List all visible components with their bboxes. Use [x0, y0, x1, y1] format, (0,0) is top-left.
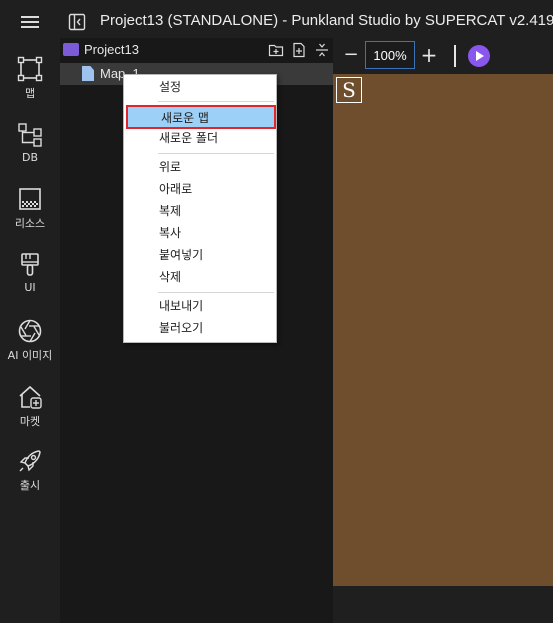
menu-item-new-map[interactable]: 새로운 맵: [126, 105, 276, 129]
map-icon: [17, 56, 43, 82]
menu-divider: [158, 153, 274, 154]
nav-label: 맵: [24, 87, 36, 100]
nav-item-map[interactable]: 맵: [0, 56, 60, 101]
menu-item-import[interactable]: 불러오기: [124, 318, 276, 339]
ai-image-icon: [18, 319, 42, 343]
canvas-toolbar: − +: [333, 38, 553, 74]
new-folder-icon[interactable]: [268, 42, 284, 58]
rocket-icon: [19, 450, 41, 472]
nav-label: AI 이미지: [7, 349, 53, 362]
project-header: Project13: [60, 38, 333, 62]
start-marker[interactable]: S: [336, 77, 362, 103]
ui-brush-icon: [21, 253, 39, 276]
menu-item-copy[interactable]: 복사: [124, 223, 276, 244]
play-icon[interactable]: [468, 45, 490, 67]
menu-item-settings[interactable]: 설정: [124, 77, 276, 98]
context-menu: 설정 새로운 맵 새로운 폴더 위로 아래로 복제 복사 붙여넣기 삭제 내보내…: [123, 74, 277, 343]
menu-item-move-up[interactable]: 위로: [124, 157, 276, 178]
hamburger-menu-icon[interactable]: [18, 14, 42, 32]
menu-item-delete[interactable]: 삭제: [124, 267, 276, 288]
nav-item-release[interactable]: 출시: [0, 448, 60, 493]
project-icon: [63, 43, 79, 56]
nav-item-resource[interactable]: 리소스: [0, 186, 60, 231]
nav-label: 마켓: [19, 415, 41, 428]
menu-item-duplicate[interactable]: 복제: [124, 201, 276, 222]
menu-divider: [158, 292, 274, 293]
zoom-input[interactable]: [365, 41, 415, 69]
new-file-icon[interactable]: [291, 42, 307, 58]
nav-label: UI: [24, 281, 36, 294]
zoom-in-button[interactable]: +: [419, 44, 439, 66]
window-title: Project13 (STANDALONE) - Punkland Studio…: [100, 12, 553, 29]
database-icon: [18, 123, 42, 147]
left-nav: 맵 DB 리소스 UI AI 이미지 마켓 출시: [0, 44, 60, 623]
nav-label: 리소스: [14, 217, 46, 230]
resource-icon: [19, 188, 41, 210]
nav-item-market[interactable]: 마켓: [0, 384, 60, 429]
toolbar-divider: [454, 45, 456, 67]
nav-label: DB: [21, 151, 39, 164]
project-name: Project13: [84, 42, 139, 57]
market-icon: [19, 385, 42, 409]
menu-item-paste[interactable]: 붙여넣기: [124, 245, 276, 266]
zoom-out-button[interactable]: −: [343, 45, 359, 65]
file-icon: [82, 66, 94, 81]
menu-item-export[interactable]: 내보내기: [124, 296, 276, 317]
collapse-all-icon[interactable]: [314, 42, 330, 58]
sidebar-toggle-icon[interactable]: [68, 13, 86, 31]
menu-divider: [158, 101, 274, 102]
nav-item-db[interactable]: DB: [0, 122, 60, 164]
nav-item-ui[interactable]: UI: [0, 252, 60, 294]
menu-item-new-folder[interactable]: 새로운 폴더: [124, 128, 276, 149]
menu-item-move-down[interactable]: 아래로: [124, 179, 276, 200]
nav-label: 출시: [19, 479, 41, 492]
nav-item-ai-image[interactable]: AI 이미지: [0, 318, 60, 363]
map-canvas[interactable]: S: [333, 74, 553, 586]
